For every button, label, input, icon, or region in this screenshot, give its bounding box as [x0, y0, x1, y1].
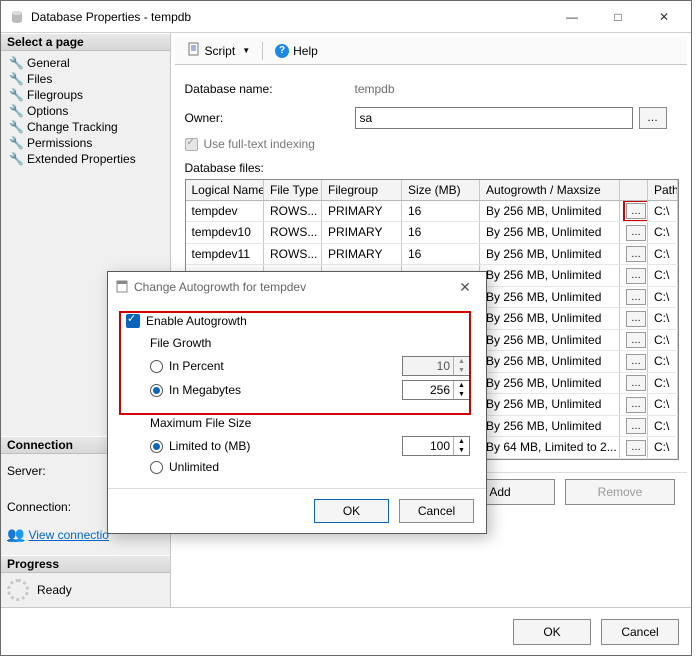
autogrowth-edit-button[interactable]: … — [626, 397, 646, 413]
table-row[interactable]: tempdevROWS...PRIMARY16By 256 MB, Unlimi… — [186, 200, 678, 222]
percent-spinner: ▲▼ — [402, 356, 470, 376]
page-item-permissions[interactable]: 🔧Permissions — [3, 135, 168, 151]
owner-browse-button[interactable]: … — [639, 107, 667, 129]
dialog-title: Change Autogrowth for tempdev — [134, 280, 306, 294]
view-connection-text: View connectio — [28, 528, 109, 542]
progress-text: Ready — [37, 583, 72, 597]
limit-spinner[interactable]: ▲▼ — [402, 436, 470, 456]
chevron-down-icon[interactable]: ▼ — [454, 390, 469, 399]
wrench-icon: 🔧 — [9, 104, 23, 118]
enable-autogrowth-label: Enable Autogrowth — [146, 314, 247, 328]
autogrowth-edit-button[interactable]: … — [626, 246, 646, 262]
chevron-down-icon: ▼ — [454, 366, 469, 375]
cancel-button[interactable]: Cancel — [601, 619, 679, 645]
autogrowth-edit-button[interactable]: … — [626, 375, 646, 391]
table-row[interactable]: tempdev10ROWS...PRIMARY16By 256 MB, Unli… — [186, 222, 678, 244]
wrench-icon: 🔧 — [9, 120, 23, 134]
dialog-icon — [116, 279, 128, 296]
owner-input[interactable] — [355, 107, 633, 129]
progress-header: Progress — [1, 555, 170, 573]
help-button[interactable]: ? Help — [269, 42, 324, 60]
select-page-header: Select a page — [1, 33, 170, 51]
files-label: Database files: — [185, 161, 680, 175]
wrench-icon: 🔧 — [9, 88, 23, 102]
autogrowth-edit-button[interactable]: … — [626, 418, 646, 434]
autogrowth-edit-button[interactable]: … — [626, 440, 646, 456]
page-item-general[interactable]: 🔧General — [3, 55, 168, 71]
wrench-icon: 🔧 — [9, 136, 23, 150]
remove-button: Remove — [565, 479, 675, 505]
wrench-icon: 🔧 — [9, 56, 23, 70]
owner-label: Owner: — [185, 111, 355, 125]
people-icon: 👥 — [7, 526, 24, 543]
limited-radio[interactable]: Limited to (MB) — [150, 439, 250, 453]
toolbar: Script ▼ ? Help — [175, 37, 688, 65]
chevron-down-icon: ▼ — [242, 46, 250, 55]
page-item-files[interactable]: 🔧Files — [3, 71, 168, 87]
database-icon — [9, 9, 25, 25]
max-file-size-header: Maximum File Size — [150, 416, 470, 430]
window-title: Database Properties - tempdb — [31, 10, 549, 24]
autogrowth-edit-button[interactable]: … — [626, 354, 646, 370]
page-item-options[interactable]: 🔧Options — [3, 103, 168, 119]
autogrowth-edit-button[interactable]: … — [626, 289, 646, 305]
page-item-filegroups[interactable]: 🔧Filegroups — [3, 87, 168, 103]
dialog-close-button[interactable]: ✕ — [452, 279, 478, 296]
minimize-button[interactable]: — — [549, 2, 595, 32]
chevron-up-icon: ▲ — [454, 357, 469, 366]
script-icon — [187, 42, 201, 59]
unlimited-label: Unlimited — [169, 460, 219, 474]
dbname-value: tempdb — [355, 79, 635, 99]
ok-button[interactable]: OK — [513, 619, 591, 645]
column-header[interactable]: Size (MB) — [402, 180, 480, 200]
script-label: Script — [205, 44, 236, 58]
unlimited-radio[interactable]: Unlimited — [150, 460, 219, 474]
fulltext-checkbox — [185, 138, 198, 151]
in-percent-label: In Percent — [169, 359, 224, 373]
in-mb-radio[interactable]: In Megabytes — [150, 383, 241, 397]
titlebar: Database Properties - tempdb — □ ✕ — [1, 1, 691, 33]
help-icon: ? — [275, 44, 289, 58]
chevron-up-icon[interactable]: ▲ — [454, 381, 469, 390]
mb-spinner[interactable]: ▲▼ — [402, 380, 470, 400]
chevron-down-icon[interactable]: ▼ — [454, 446, 469, 455]
column-header[interactable]: File Type — [264, 180, 322, 200]
column-header[interactable]: Logical Name — [186, 180, 264, 200]
help-label: Help — [293, 44, 318, 58]
column-header[interactable]: Autogrowth / Maxsize — [480, 180, 620, 200]
autogrowth-edit-button[interactable]: … — [626, 203, 646, 219]
footer: OK Cancel — [1, 607, 691, 655]
autogrowth-edit-button[interactable]: … — [626, 268, 646, 284]
limited-label: Limited to (MB) — [169, 439, 250, 453]
in-percent-radio[interactable]: In Percent — [150, 359, 224, 373]
progress-spinner-icon — [7, 579, 29, 601]
table-row[interactable]: tempdev11ROWS...PRIMARY16By 256 MB, Unli… — [186, 243, 678, 265]
autogrowth-edit-button[interactable]: … — [626, 311, 646, 327]
column-header[interactable]: Path — [648, 180, 678, 200]
page-item-change-tracking[interactable]: 🔧Change Tracking — [3, 119, 168, 135]
dialog-ok-button[interactable]: OK — [314, 499, 389, 523]
script-button[interactable]: Script ▼ — [181, 40, 257, 61]
enable-autogrowth-checkbox[interactable] — [126, 314, 140, 328]
file-growth-header: File Growth — [150, 336, 470, 350]
column-header[interactable]: Filegroup — [322, 180, 402, 200]
close-button[interactable]: ✕ — [641, 2, 687, 32]
autogrowth-edit-button[interactable]: … — [626, 332, 646, 348]
page-item-extended-properties[interactable]: 🔧Extended Properties — [3, 151, 168, 167]
dbname-label: Database name: — [185, 82, 355, 96]
wrench-icon: 🔧 — [9, 72, 23, 86]
dialog-cancel-button[interactable]: Cancel — [399, 499, 474, 523]
fulltext-label: Use full-text indexing — [204, 137, 315, 151]
maximize-button[interactable]: □ — [595, 2, 641, 32]
in-mb-label: In Megabytes — [169, 383, 241, 397]
column-header[interactable] — [620, 180, 648, 200]
wrench-icon: 🔧 — [9, 152, 23, 166]
autogrowth-edit-button[interactable]: … — [626, 225, 646, 241]
autogrowth-dialog: Change Autogrowth for tempdev ✕ Enable A… — [107, 271, 487, 534]
chevron-up-icon[interactable]: ▲ — [454, 437, 469, 446]
